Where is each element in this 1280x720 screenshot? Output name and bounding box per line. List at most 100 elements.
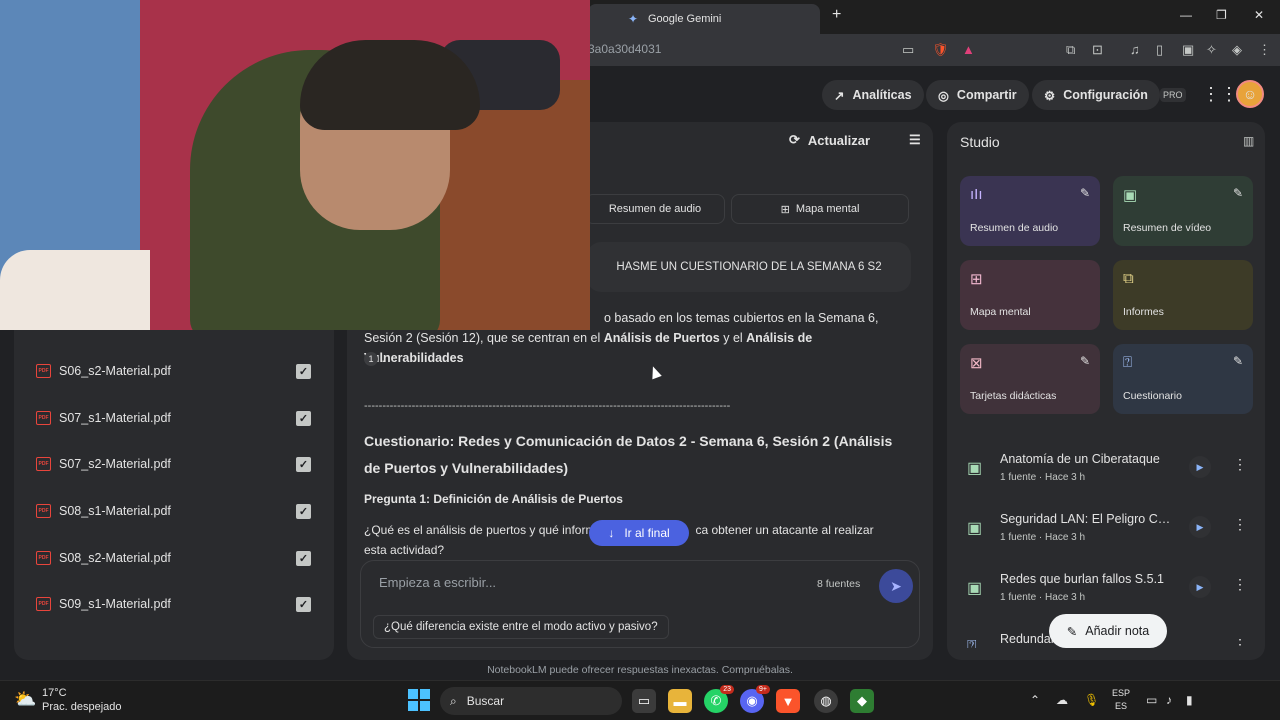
citation-badge[interactable]: 1 <box>364 352 378 366</box>
brave-icon[interactable]: ▼ <box>776 689 800 713</box>
tile-flashcards[interactable]: ⊠ ✎ Tarjetas didácticas <box>960 344 1100 414</box>
taskbar: ⛅ 17°C Prac. despejado ⌕ Buscar ▭ ▬ ✆ 23 … <box>0 680 1280 720</box>
url-text[interactable]: 3a0a30d4031 <box>588 42 661 56</box>
network-icon[interactable]: ▭ <box>1146 693 1157 707</box>
pdf-icon: PDF <box>36 457 51 471</box>
edit-icon[interactable]: ✎ <box>1233 354 1243 368</box>
tile-label: Informes <box>1123 306 1164 318</box>
video-overview-icon: ▣ <box>967 460 983 477</box>
brave-shield-icon[interactable]: 🛡 <box>932 42 949 58</box>
edit-icon[interactable]: ✎ <box>1233 186 1243 200</box>
discord-badge: 9+ <box>756 685 770 694</box>
leo-icon[interactable]: ✧ <box>1206 42 1217 58</box>
tray-chevron-icon[interactable]: ⌃ <box>1030 693 1040 707</box>
tile-reports[interactable]: ⧉ Informes <box>1113 260 1253 330</box>
task-view-icon[interactable]: ▭ <box>632 689 656 713</box>
app-icon[interactable]: ◆ <box>850 689 874 713</box>
discord-icon[interactable]: ◉ 9+ <box>740 685 770 713</box>
wallet-icon[interactable]: ▣ <box>1182 42 1194 58</box>
source-name: S08_s2-Material.pdf <box>59 551 171 565</box>
taskbar-search[interactable]: ⌕ Buscar <box>440 687 622 715</box>
tile-audio-summary[interactable]: ıIı ✎ Resumen de audio <box>960 176 1100 246</box>
battery-icon[interactable]: ▮ <box>1186 693 1193 707</box>
language-indicator[interactable]: ESP ES <box>1112 687 1130 713</box>
mindmap-chip[interactable]: ⊞ Mapa mental <box>731 194 909 224</box>
note-item[interactable]: ▣ Redes que burlan fallos S.5.1 1 fuente… <box>963 568 1255 608</box>
source-item[interactable]: PDF S08_s2-Material.pdf ✓ <box>36 546 316 570</box>
mic-icon[interactable]: 🎙 <box>1084 693 1099 707</box>
source-item[interactable]: PDF S09_s1-Material.pdf ✓ <box>36 592 316 616</box>
sidebar-icon[interactable]: ▯ <box>1156 42 1163 58</box>
file-explorer-icon[interactable]: ▬ <box>668 689 692 713</box>
tune-icon[interactable]: ☰ <box>909 132 921 148</box>
chat-input[interactable]: Empieza a escribir... <box>379 575 496 590</box>
more-icon[interactable]: ⋮ <box>1233 456 1247 473</box>
cast-icon[interactable]: ▭ <box>902 42 914 58</box>
volume-icon[interactable]: ♪ <box>1166 693 1172 707</box>
avatar[interactable]: ☺ <box>1236 80 1264 108</box>
add-note-button[interactable]: ✎ Añadir nota <box>1049 614 1167 648</box>
user-message-text: HASME UN CUESTIONARIO DE LA SEMANA 6 S2 <box>616 261 882 273</box>
go-to-end-button[interactable]: ↓ Ir al final <box>589 520 689 546</box>
play-icon[interactable]: ▶ <box>1189 576 1211 598</box>
more-icon[interactable]: ⋮ <box>1233 576 1247 593</box>
weather-icon[interactable]: ⛅ <box>14 689 36 710</box>
extensions-icon[interactable]: ⧉ <box>1066 42 1075 58</box>
disclaimer: NotebookLM puede ofrecer respuestas inex… <box>487 664 793 676</box>
analytics-button[interactable]: ↗ Analíticas <box>822 80 924 110</box>
menu-icon[interactable]: ⋮ <box>1258 42 1271 58</box>
tab-google-gemini[interactable]: ✦ Google Gemini <box>588 4 820 34</box>
response-bold: Análisis de Puertos <box>603 331 720 345</box>
settings-button[interactable]: ⚙ Configuración <box>1032 80 1160 110</box>
go-to-end-label: Ir al final <box>624 526 670 540</box>
suggestion-chip[interactable]: ¿Qué diferencia existe entre el modo act… <box>373 615 669 639</box>
note-item[interactable]: ▣ Anatomía de un Ciberataque 1 fuente · … <box>963 448 1255 488</box>
share-button[interactable]: ◎ Compartir <box>926 80 1029 110</box>
source-item[interactable]: PDF S08_s1-Material.pdf ✓ <box>36 499 316 523</box>
apps-grid-icon[interactable]: ⋮⋮ <box>1202 84 1238 105</box>
source-checkbox[interactable]: ✓ <box>296 596 311 612</box>
start-button[interactable] <box>408 689 430 711</box>
source-checkbox[interactable]: ✓ <box>296 363 311 379</box>
obs-icon[interactable]: ◍ <box>814 689 838 713</box>
edit-icon[interactable]: ✎ <box>1080 186 1090 200</box>
rewards-icon[interactable]: ▲ <box>962 42 975 57</box>
onedrive-icon[interactable]: ☁ <box>1056 693 1068 707</box>
new-tab-icon[interactable]: + <box>832 6 841 24</box>
source-name: S09_s1-Material.pdf <box>59 597 171 611</box>
source-item[interactable]: PDF S06_s2-Material.pdf ✓ <box>36 359 316 383</box>
whatsapp-icon[interactable]: ✆ 23 <box>704 685 734 713</box>
source-item[interactable]: PDF S07_s2-Material.pdf ✓ <box>36 452 316 476</box>
more-icon[interactable]: ⋮ <box>1233 636 1247 648</box>
media-icon[interactable]: ♫ <box>1130 42 1140 57</box>
suggestion-text: ¿Qué diferencia existe entre el modo act… <box>384 621 658 633</box>
refresh-button[interactable]: ⟳ Actualizar <box>789 132 870 148</box>
play-icon[interactable]: ▶ <box>1189 516 1211 538</box>
note-item[interactable]: ▣ Seguridad LAN: El Peligro Cer... 1 fue… <box>963 508 1255 548</box>
vpn-icon[interactable]: ◈ <box>1232 42 1242 58</box>
edit-icon[interactable]: ✎ <box>1080 354 1090 368</box>
response-text: o basado en los temas cubiertos en la Se… <box>604 311 879 325</box>
refresh-icon: ⟳ <box>789 132 800 147</box>
note-title: Anatomía de un Ciberataque <box>1000 452 1160 466</box>
source-checkbox[interactable]: ✓ <box>296 503 311 519</box>
source-checkbox[interactable]: ✓ <box>296 456 311 472</box>
source-checkbox[interactable]: ✓ <box>296 550 311 566</box>
play-icon[interactable]: ▶ <box>1189 456 1211 478</box>
minimize-icon[interactable]: — <box>1180 8 1192 22</box>
source-checkbox[interactable]: ✓ <box>296 410 311 426</box>
weather-temp: 17°C <box>42 687 67 699</box>
maximize-icon[interactable]: ❐ <box>1216 8 1227 22</box>
more-icon[interactable]: ⋮ <box>1233 516 1247 533</box>
collapse-panel-icon[interactable]: ▥ <box>1243 134 1254 148</box>
audio-summary-chip[interactable]: Resumen de audio <box>585 194 725 224</box>
tile-mindmap[interactable]: ⊞ Mapa mental <box>960 260 1100 330</box>
close-window-icon[interactable]: ✕ <box>1254 8 1264 22</box>
screenshot-icon[interactable]: ⊡ <box>1092 42 1103 58</box>
tile-quiz[interactable]: ⍰ ✎ Cuestionario <box>1113 344 1253 414</box>
source-item[interactable]: PDF S07_s1-Material.pdf ✓ <box>36 406 316 430</box>
studio-panel: Studio ▥ ıIı ✎ Resumen de audio ▣ ✎ Resu… <box>947 122 1265 660</box>
send-icon[interactable]: ➤ <box>879 569 913 603</box>
pdf-icon: PDF <box>36 551 51 565</box>
tile-video-summary[interactable]: ▣ ✎ Resumen de vídeo <box>1113 176 1253 246</box>
